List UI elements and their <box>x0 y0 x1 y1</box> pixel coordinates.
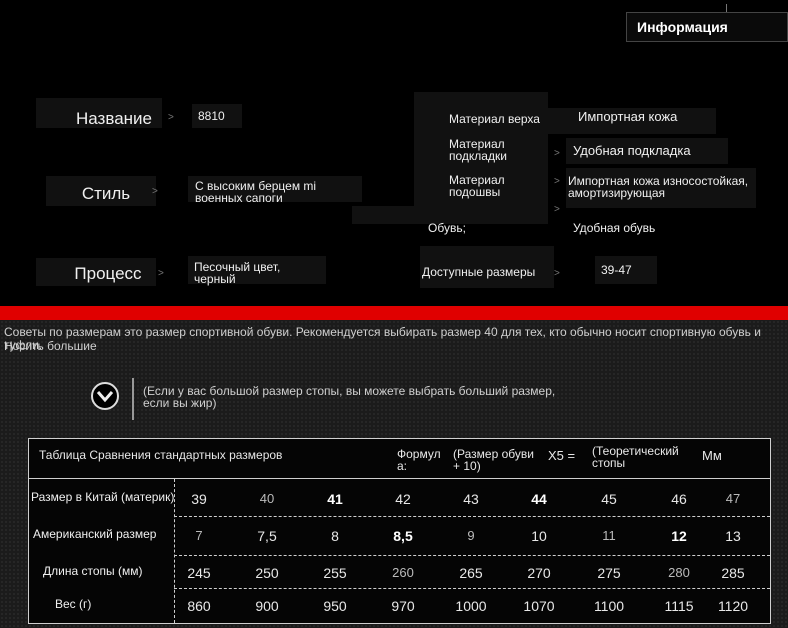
table-cell: 47 <box>725 491 741 506</box>
arrow-icon: > <box>158 268 164 279</box>
table-cell: 250 <box>255 565 279 581</box>
formula-part1: (Размер обуви + 10) <box>453 447 534 473</box>
table-cell: 9 <box>467 528 475 543</box>
table-cell: 275 <box>597 565 621 581</box>
table-row-divider <box>174 516 770 517</box>
table-cell: 41 <box>327 491 343 507</box>
formula-part3: (Теоретический стопы <box>592 444 679 470</box>
table-cell: 7 <box>195 528 203 543</box>
table-cell: 1115 <box>664 598 694 614</box>
hint-divider <box>132 378 134 420</box>
table-cell: 970 <box>391 598 415 614</box>
table-title: Таблица Сравнения стандартных размеров <box>39 448 283 462</box>
arrow-icon: > <box>554 148 560 159</box>
lining-material-value: Удобная подкладка <box>573 143 691 158</box>
table-cell: 265 <box>459 565 483 581</box>
table-cell: 13 <box>725 528 741 544</box>
table-row-divider <box>174 588 770 589</box>
table-cell: 900 <box>255 598 279 614</box>
table-row-label: Вес (г) <box>55 597 92 611</box>
table-row-divider <box>174 555 770 556</box>
table-cell: 245 <box>187 565 211 581</box>
size-hint-text: (Если у вас большой размер стопы, вы мож… <box>143 384 556 410</box>
table-cell: 12 <box>671 528 687 544</box>
table-cell: 860 <box>187 598 211 614</box>
sizes-value: 39-47 <box>601 263 632 277</box>
table-cell: 1000 <box>455 598 487 614</box>
table-cell: 950 <box>323 598 347 614</box>
table-cell: 42 <box>395 491 411 507</box>
red-divider-bar <box>0 306 788 320</box>
table-cell: 39 <box>191 491 207 507</box>
table-cell: 7,5 <box>257 528 277 544</box>
info-label: Информация <box>637 19 728 35</box>
table-cell: 1120 <box>717 598 749 614</box>
size-advice-text: Советы по размерам это размер спортивной… <box>4 325 761 352</box>
arrow-icon: > <box>554 176 560 187</box>
chevron-down-icon <box>91 382 119 410</box>
sizes-label: Доступные размеры <box>422 265 536 279</box>
size-comparison-table: Таблица Сравнения стандартных размеров Ф… <box>28 438 771 624</box>
table-cell: 1070 <box>523 598 555 614</box>
style-label: Стиль <box>81 184 131 203</box>
size-advice-overlap: Носить большие <box>4 339 97 353</box>
table-row-label: Длина стопы (мм) <box>43 564 143 578</box>
table-cell: 40 <box>259 491 275 506</box>
sole-material-value: Импортная кожа износостойкая, амортизиру… <box>568 174 749 200</box>
table-cell: 44 <box>531 491 547 507</box>
info-header: Информация <box>626 12 788 42</box>
arrow-icon: > <box>554 204 560 215</box>
lining-material-label: Материал подкладки <box>449 137 507 163</box>
table-cell: 8 <box>331 528 339 544</box>
shoes-label: Обувь; <box>428 221 466 235</box>
unit-label: Мм <box>702 448 722 463</box>
shoes-value: Удобная обувь <box>573 221 656 235</box>
table-cell: 45 <box>601 491 617 507</box>
table-header-line <box>29 478 770 479</box>
table-cell: 46 <box>671 491 687 507</box>
table-cell: 280 <box>668 565 690 580</box>
table-cell: 285 <box>721 565 745 581</box>
table-cell: 11 <box>602 528 616 543</box>
table-cell: 255 <box>323 565 347 581</box>
table-cell: 270 <box>527 565 551 581</box>
upper-material-label: Материал верха <box>449 112 540 126</box>
formula-part2: X5 = <box>548 448 576 463</box>
process-value: Песочный цвет, черный <box>194 260 281 286</box>
name-value: 8810 <box>198 109 225 123</box>
style-value: С высоким берцем mi военных сапоги <box>195 179 317 205</box>
arrow-icon: > <box>554 268 560 279</box>
sole-material-label: Материал подошвы <box>449 173 505 199</box>
table-cell: 260 <box>392 565 414 580</box>
table-row-label: Американский размер <box>33 527 157 541</box>
table-row-label: Размер в Китай (материк) <box>31 490 175 504</box>
table-cell: 43 <box>463 491 479 507</box>
arrow-icon: > <box>168 112 174 123</box>
upper-material-value: Импортная кожа <box>578 109 678 124</box>
table-cell: 10 <box>531 528 547 544</box>
formula-word: Формул а: <box>397 447 441 473</box>
table-cell: 1100 <box>593 598 625 614</box>
table-cell: 8,5 <box>393 528 413 544</box>
arrow-icon: > <box>152 186 158 197</box>
